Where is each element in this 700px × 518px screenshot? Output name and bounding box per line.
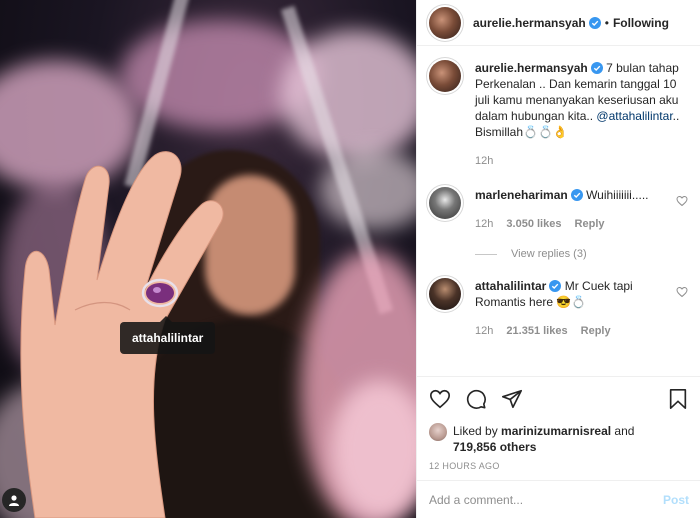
liked-by-prefix: Liked by: [453, 424, 502, 438]
comment-likes[interactable]: 3.050 likes: [506, 218, 561, 230]
comments-list[interactable]: aurelie.hermansyah 7 bulan tahap Perkena…: [417, 46, 700, 376]
reply-button[interactable]: Reply: [581, 325, 611, 337]
commenter-avatar[interactable]: [429, 187, 461, 219]
instagram-post-modal: attahalilintar aurelie.hermansyah • Foll…: [0, 0, 700, 518]
share-icon[interactable]: [501, 388, 523, 410]
view-replies-label: View replies (3): [511, 248, 587, 260]
comment: marlenehariman Wuihiiiiiii..... 12h 3.05…: [429, 187, 688, 262]
comment-username[interactable]: marlenehariman: [475, 188, 568, 202]
comment-time[interactable]: 12h: [475, 325, 493, 337]
post-photo[interactable]: attahalilintar: [0, 0, 416, 518]
user-tag-label[interactable]: attahalilintar: [120, 316, 216, 354]
post-side-panel: aurelie.hermansyah • Following aurelie.h…: [416, 0, 700, 518]
tagged-users-button[interactable]: [2, 488, 26, 512]
likes-count[interactable]: 719,856 others: [453, 440, 536, 454]
comment-like-icon[interactable]: [676, 195, 688, 207]
reply-button[interactable]: Reply: [575, 218, 605, 230]
verified-icon: [588, 16, 601, 29]
post-age[interactable]: 12 HOURS AGO: [429, 461, 689, 471]
add-comment-bar: Post: [417, 480, 700, 518]
comment-icon[interactable]: [465, 388, 487, 410]
comment-time[interactable]: 12h: [475, 218, 493, 230]
caption-mention[interactable]: @attahalilintar: [596, 109, 672, 123]
verified-icon: [570, 189, 583, 201]
caption: aurelie.hermansyah 7 bulan tahap Perkena…: [429, 60, 688, 169]
comment-text: Wuihiiiiiii.....: [586, 188, 649, 202]
caption-meta: 12h: [475, 153, 688, 169]
author-username[interactable]: aurelie.hermansyah: [473, 16, 586, 30]
heart-icon[interactable]: [429, 388, 451, 410]
post-comment-button[interactable]: Post: [663, 493, 689, 507]
commenter-avatar[interactable]: [429, 278, 461, 310]
comment-meta: 12h 21.351 likes Reply: [475, 323, 676, 339]
separator-dot: •: [604, 15, 609, 30]
bookmark-icon[interactable]: [667, 388, 689, 410]
caption-time[interactable]: 12h: [475, 155, 493, 167]
tagged-user-icon: [9, 495, 19, 506]
liked-by-and: and: [611, 424, 635, 438]
comment-likes[interactable]: 21.351 likes: [506, 325, 567, 337]
verified-icon: [590, 62, 603, 74]
post-actions: Liked by marinizumarnisreal and 719,856 …: [417, 376, 700, 471]
action-icons: [429, 385, 689, 413]
liked-by-username[interactable]: marinizumarnisreal: [501, 424, 611, 438]
author-avatar[interactable]: [429, 60, 461, 92]
post-header: aurelie.hermansyah • Following: [417, 0, 700, 46]
divider-line: [475, 253, 497, 255]
author-avatar[interactable]: [429, 6, 461, 39]
liked-by-avatar[interactable]: [429, 423, 447, 441]
comment-like-icon[interactable]: [676, 286, 688, 298]
caption-username[interactable]: aurelie.hermansyah: [475, 61, 588, 75]
comment: attahalilintar Mr Cuek tapi Romantis her…: [429, 278, 688, 339]
comment-username[interactable]: attahalilintar: [475, 279, 546, 293]
liked-by: Liked by marinizumarnisreal and 719,856 …: [429, 423, 689, 455]
view-replies-button[interactable]: View replies (3): [475, 246, 676, 262]
comment-input[interactable]: [429, 492, 663, 507]
following-button[interactable]: Following: [613, 16, 669, 30]
bouquet: [330, 380, 416, 518]
verified-icon: [549, 280, 562, 292]
comment-meta: 12h 3.050 likes Reply: [475, 216, 676, 232]
